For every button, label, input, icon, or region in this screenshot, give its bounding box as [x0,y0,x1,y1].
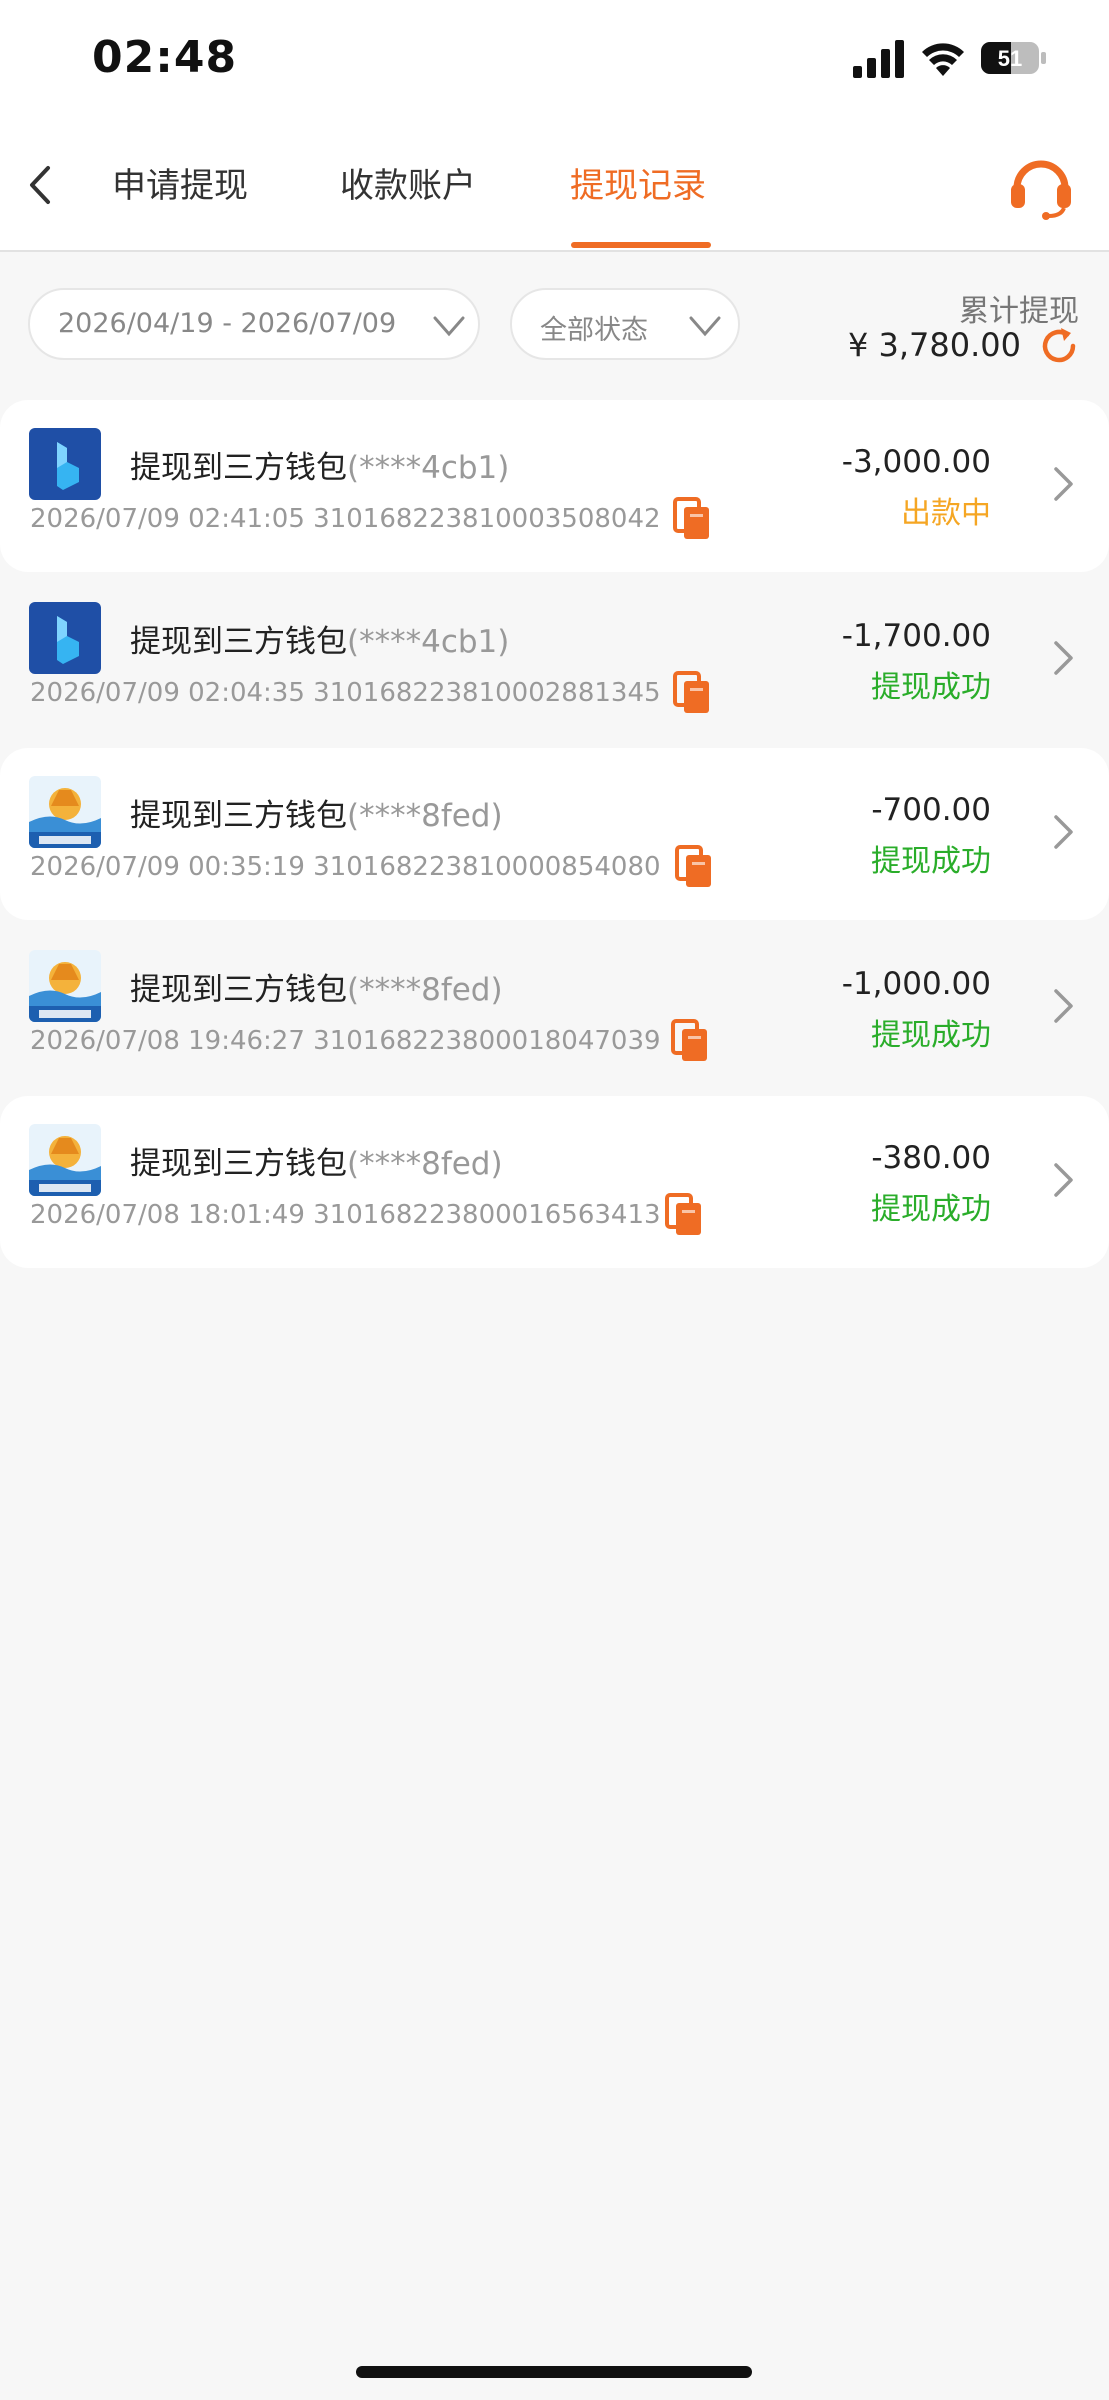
record-account-masked: (****4cb1) [347,624,510,660]
total-withdrawal-amount: ¥ 3,780.00 [847,326,1021,364]
copy-icon[interactable] [672,670,712,716]
record-meta: 2026/07/09 00:35:19 31016822381000085408… [30,852,661,882]
record-title: 提现到三方钱包(****4cb1) [130,442,509,487]
status-filter-text: 全部状态 [540,315,648,346]
record-title: 提现到三方钱包(****8fed) [130,1138,503,1183]
status-filter[interactable]: 全部状态 [510,288,740,360]
copy-icon[interactable] [664,1192,704,1238]
record-title: 提现到三方钱包(****8fed) [130,964,503,1009]
record-amount: -3,000.00 [841,444,991,480]
wallet-logo-icon [29,1124,101,1196]
record-title-text: 提现到三方钱包 [130,798,347,834]
date-range-filter[interactable]: 2026/04/19 - 2026/07/09 [28,288,480,360]
chevron-right-icon [1054,1163,1073,1197]
status-bar: 02:48 51 [0,0,1109,120]
record-datetime: 2026/07/09 02:04:35 [30,678,305,708]
record-amount: -1,000.00 [841,966,991,1002]
record-status: 提现成功 [871,844,991,879]
record-amount: -700.00 [871,792,991,828]
customer-service-icon[interactable] [1005,150,1077,222]
chevron-right-icon [1054,467,1073,501]
withdrawal-record-row[interactable]: 提现到三方钱包(****4cb1) 2026/07/09 02:41:05 310… [0,400,1109,572]
home-indicator[interactable] [356,2366,752,2378]
date-range-text: 2026/04/19 - 2026/07/09 [58,308,397,339]
record-amount: -1,700.00 [841,618,991,654]
top-nav: 申请提现 收款账户 提现记录 [0,120,1109,252]
record-title-text: 提现到三方钱包 [130,624,347,660]
record-title-text: 提现到三方钱包 [130,1146,347,1182]
chevron-down-icon [433,316,465,337]
record-amount: -380.00 [871,1140,991,1176]
active-tab-indicator [571,242,711,248]
record-meta: 2026/07/08 18:01:49 31016822380001656341… [30,1200,661,1230]
record-meta: 2026/07/09 02:04:35 31016822381000288134… [30,678,661,708]
wallet-logo-icon [29,950,101,1022]
copy-icon[interactable] [670,1018,710,1064]
record-title-text: 提现到三方钱包 [130,972,347,1008]
record-order-number: 310168223810003508042 [313,504,661,534]
record-datetime: 2026/07/08 19:46:27 [30,1026,305,1056]
record-order-number: 310168223800018047039 [313,1026,661,1056]
wifi-icon [922,43,964,76]
record-order-number: 310168223810002881345 [313,678,661,708]
wallet-logo-icon [29,428,101,500]
record-datetime: 2026/07/09 02:41:05 [30,504,305,534]
record-account-masked: (****8fed) [347,972,503,1008]
wallet-logo-icon [29,602,101,674]
record-meta: 2026/07/09 02:41:05 31016822381000350804… [30,504,661,534]
wallet-logo-icon [29,776,101,848]
chevron-right-icon [1054,641,1073,675]
chevron-right-icon [1054,989,1073,1023]
copy-icon[interactable] [672,496,712,542]
tab-apply-withdrawal[interactable]: 申请提现 [112,158,248,207]
record-title-text: 提现到三方钱包 [130,450,347,486]
chevron-down-icon [689,316,721,337]
battery-level: 51 [998,46,1022,71]
record-status: 提现成功 [871,1192,991,1227]
withdrawal-record-row[interactable]: 提现到三方钱包(****8fed) 2026/07/08 18:01:49 310… [0,1096,1109,1268]
withdrawal-record-row[interactable]: 提现到三方钱包(****8fed) 2026/07/08 19:46:27 310… [0,922,1109,1094]
record-meta: 2026/07/08 19:46:27 31016822380001804703… [30,1026,661,1056]
back-arrow-icon[interactable] [20,160,60,210]
tab-withdrawal-records[interactable]: 提现记录 [570,158,706,207]
record-datetime: 2026/07/08 18:01:49 [30,1200,305,1230]
cellular-signal-icon [853,40,904,78]
tab-payee-accounts[interactable]: 收款账户 [340,158,476,207]
copy-icon[interactable] [674,844,714,890]
battery-icon: 51 [981,42,1046,74]
chevron-right-icon [1054,815,1073,849]
refresh-icon[interactable] [1037,324,1081,368]
record-status: 出款中 [901,496,991,531]
record-account-masked: (****8fed) [347,1146,503,1182]
record-datetime: 2026/07/09 00:35:19 [30,852,305,882]
record-title: 提现到三方钱包(****8fed) [130,790,503,835]
record-status: 提现成功 [871,670,991,705]
withdrawal-record-row[interactable]: 提现到三方钱包(****4cb1) 2026/07/09 02:04:35 310… [0,574,1109,746]
record-status: 提现成功 [871,1018,991,1053]
status-time: 02:48 [92,32,238,83]
record-order-number: 310168223800016563413 [313,1200,661,1230]
record-account-masked: (****8fed) [347,798,503,834]
record-title: 提现到三方钱包(****4cb1) [130,616,509,661]
withdrawal-record-row[interactable]: 提现到三方钱包(****8fed) 2026/07/09 00:35:19 310… [0,748,1109,920]
record-order-number: 310168223810000854080 [313,852,661,882]
record-account-masked: (****4cb1) [347,450,510,486]
